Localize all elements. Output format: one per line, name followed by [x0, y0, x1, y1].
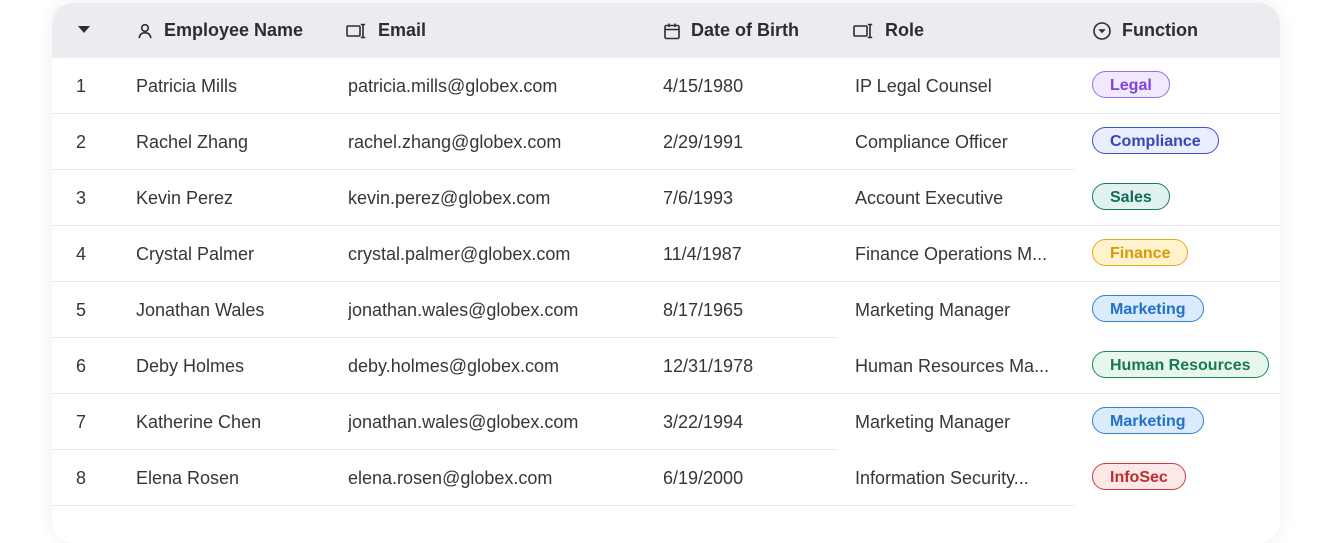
employee-name-cell[interactable]: Jonathan Wales	[136, 282, 336, 338]
row-index[interactable]: 8	[76, 450, 116, 506]
role-cell[interactable]: Human Resources Ma...	[855, 338, 1070, 394]
date-of-birth-cell[interactable]: 4/15/1980	[663, 58, 843, 114]
function-badge[interactable]: Marketing	[1092, 295, 1204, 322]
date-of-birth-cell[interactable]: 3/22/1994	[663, 394, 843, 450]
function-badge[interactable]: Compliance	[1092, 127, 1219, 154]
row-divider	[52, 505, 1075, 506]
function-badge[interactable]: Legal	[1092, 71, 1170, 98]
calendar-icon	[664, 23, 680, 39]
table-row[interactable]: 8 Elena Rosen elena.rosen@globex.com 6/19/2…	[52, 450, 1280, 506]
table-row[interactable]: 5 Jonathan Wales jonathan.wales@globex.com…	[52, 282, 1280, 338]
date-of-birth-cell[interactable]: 8/17/1965	[663, 282, 843, 338]
employee-name-cell[interactable]: Katherine Chen	[136, 394, 336, 450]
row-index[interactable]: 6	[76, 338, 116, 394]
table-row[interactable]: 1 Patricia Mills patricia.mills@globex.com…	[52, 58, 1280, 114]
table-row[interactable]: 3 Kevin Perez kevin.perez@globex.com 7/6/19…	[52, 170, 1280, 226]
email-cell[interactable]: rachel.zhang@globex.com	[348, 114, 648, 170]
column-header-role[interactable]: Role	[853, 3, 924, 58]
email-cell[interactable]: crystal.palmer@globex.com	[348, 226, 648, 282]
text-cursor-icon	[346, 23, 366, 38]
role-cell[interactable]: Information Security...	[855, 450, 1070, 506]
function-badge[interactable]: Sales	[1092, 183, 1170, 210]
person-icon	[138, 23, 152, 38]
function-badge[interactable]: Finance	[1092, 239, 1189, 266]
table-header: Employee Name Email Date of Birth Role F…	[52, 3, 1280, 58]
email-cell[interactable]: jonathan.wales@globex.com	[348, 394, 648, 450]
table-row[interactable]: 6 Deby Holmes deby.holmes@globex.com 12/31/…	[52, 338, 1280, 394]
email-cell[interactable]: deby.holmes@globex.com	[348, 338, 648, 394]
email-cell[interactable]: jonathan.wales@globex.com	[348, 282, 648, 338]
column-header-label: Employee Name	[164, 20, 304, 40]
column-header-label: Date of Birth	[691, 20, 799, 40]
employee-name-cell[interactable]: Crystal Palmer	[136, 226, 336, 282]
caret-down-icon[interactable]	[78, 26, 90, 33]
employee-table: Employee Name Email Date of Birth Role F…	[52, 3, 1280, 543]
role-cell[interactable]: Compliance Officer	[855, 114, 1070, 170]
function-badge[interactable]: InfoSec	[1092, 463, 1186, 490]
function-badge[interactable]: Human Resources	[1092, 351, 1269, 378]
column-header-label: Email	[378, 20, 427, 40]
column-header-label: Function	[1122, 20, 1198, 40]
column-header-employee-name[interactable]: Employee Name	[136, 3, 303, 58]
column-header-date-of-birth[interactable]: Date of Birth	[663, 3, 799, 58]
email-cell[interactable]: patricia.mills@globex.com	[348, 58, 648, 114]
column-header-email[interactable]: Email	[346, 3, 426, 58]
date-of-birth-cell[interactable]: 12/31/1978	[663, 338, 843, 394]
employee-name-cell[interactable]: Patricia Mills	[136, 58, 336, 114]
role-cell[interactable]: IP Legal Counsel	[855, 58, 1070, 114]
column-header-function[interactable]: Function	[1092, 3, 1198, 58]
employee-name-cell[interactable]: Rachel Zhang	[136, 114, 336, 170]
row-index[interactable]: 3	[76, 170, 116, 226]
row-index[interactable]: 2	[76, 114, 116, 170]
date-of-birth-cell[interactable]: 6/19/2000	[663, 450, 843, 506]
row-index[interactable]: 7	[76, 394, 116, 450]
employee-name-cell[interactable]: Elena Rosen	[136, 450, 336, 506]
email-cell[interactable]: elena.rosen@globex.com	[348, 450, 648, 506]
table-row[interactable]: 7 Katherine Chen jonathan.wales@globex.com…	[52, 394, 1280, 450]
row-index[interactable]: 4	[76, 226, 116, 282]
role-cell[interactable]: Marketing Manager	[855, 394, 1070, 450]
date-of-birth-cell[interactable]: 11/4/1987	[663, 226, 843, 282]
email-cell[interactable]: kevin.perez@globex.com	[348, 170, 648, 226]
row-index[interactable]: 1	[76, 58, 116, 114]
date-of-birth-cell[interactable]: 7/6/1993	[663, 170, 843, 226]
employee-name-cell[interactable]: Kevin Perez	[136, 170, 336, 226]
role-cell[interactable]: Marketing Manager	[855, 282, 1070, 338]
row-index[interactable]: 5	[76, 282, 116, 338]
employee-name-cell[interactable]: Deby Holmes	[136, 338, 336, 394]
table-row[interactable]: 4 Crystal Palmer crystal.palmer@globex.com…	[52, 226, 1280, 282]
text-cursor-icon	[853, 23, 873, 38]
role-cell[interactable]: Account Executive	[855, 170, 1070, 226]
role-cell[interactable]: Finance Operations M...	[855, 226, 1070, 282]
function-badge[interactable]: Marketing	[1092, 407, 1204, 434]
circle-chevron-down-icon	[1093, 21, 1111, 40]
date-of-birth-cell[interactable]: 2/29/1991	[663, 114, 843, 170]
column-header-label: Role	[885, 20, 925, 40]
table-row[interactable]: 2 Rachel Zhang rachel.zhang@globex.com 2/29…	[52, 114, 1280, 170]
